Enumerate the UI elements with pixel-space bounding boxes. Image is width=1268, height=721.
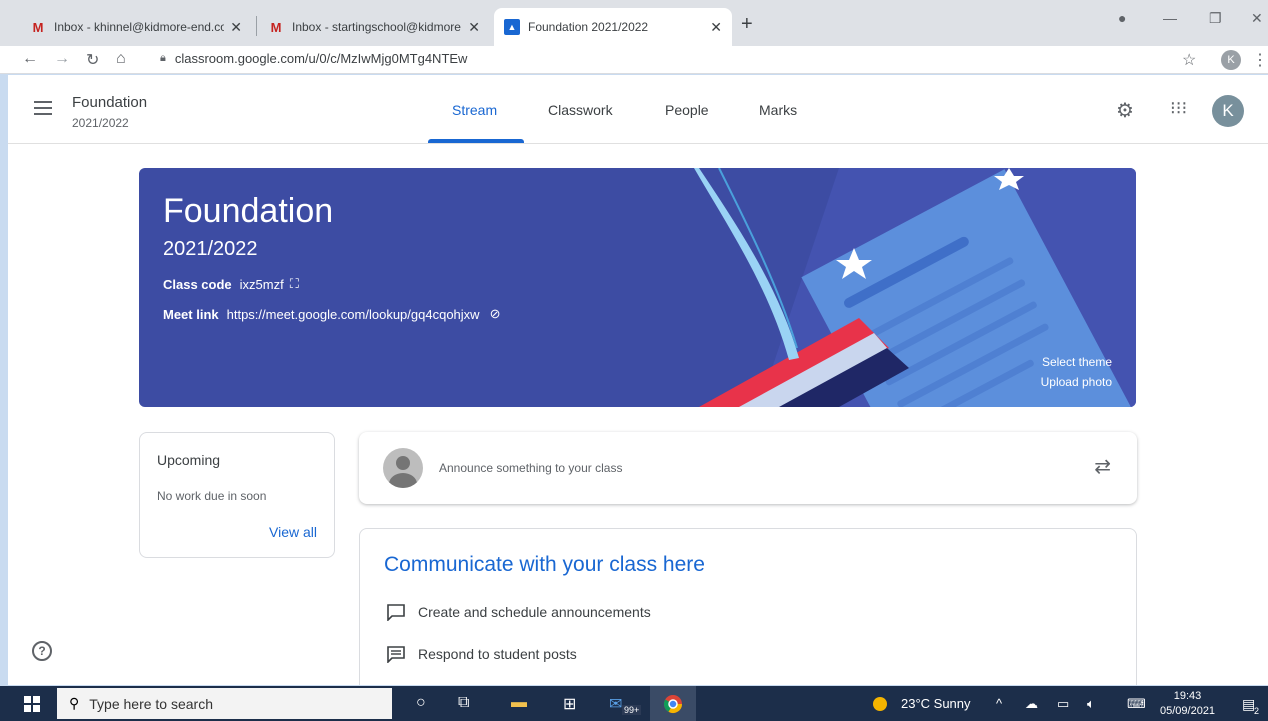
weather-text[interactable]: 23°C Sunny — [901, 696, 971, 711]
class-code-value: ixz5mzf — [239, 276, 284, 292]
mail-badge: 99+ — [622, 705, 642, 715]
url-field[interactable]: 🔒︎ classroom.google.com/u/0/c/MzIwMjg0MT… — [160, 51, 467, 66]
help-icon[interactable]: ? — [32, 641, 52, 661]
tab-title: Inbox - startingschool@kidmore — [292, 20, 461, 34]
back-icon[interactable]: ← — [22, 50, 38, 68]
media-control-icon[interactable]: ● — [1118, 10, 1126, 26]
class-section: 2021/2022 — [72, 116, 129, 130]
banner-class-title: Foundation — [163, 192, 334, 230]
select-theme-link[interactable]: Select theme — [1042, 355, 1112, 369]
browser-profile-avatar[interactable]: K — [1221, 50, 1241, 70]
windows-taskbar: ⚲ Type here to search ○ ⧉ ▬ ⊞ ✉ 99+ 23°C… — [0, 686, 1268, 721]
tab-title: Foundation 2021/2022 — [528, 20, 649, 34]
keyboard-icon[interactable]: ⌨ — [1127, 696, 1146, 712]
reload-icon[interactable]: ↻ — [86, 50, 99, 70]
browser-tab-bar: M Inbox - khinnel@kidmore-end.co ✕ M Inb… — [0, 0, 1268, 46]
banner-class-section: 2021/2022 — [163, 238, 258, 260]
volume-icon[interactable]: 🔈︎ — [1087, 696, 1095, 712]
close-tab-icon[interactable]: ✕ — [468, 19, 480, 36]
bookmark-star-icon[interactable]: ☆ — [1182, 50, 1196, 70]
repost-icon[interactable]: ⇄ — [1094, 454, 1111, 479]
close-window-icon[interactable]: ✕ — [1251, 10, 1263, 27]
list-item: Create and schedule announcements — [386, 603, 651, 622]
gmail-icon: M — [32, 19, 44, 35]
meet-link-url[interactable]: https://meet.google.com/lookup/gq4cqohjx… — [227, 307, 480, 322]
clock[interactable]: 19:43 05/09/2021 — [1160, 689, 1215, 719]
communicate-title: Communicate with your class here — [384, 553, 705, 576]
tab-marks[interactable]: Marks — [759, 102, 797, 118]
chrome-taskbar-button[interactable] — [650, 686, 696, 721]
meet-link-row: Meet link https://meet.google.com/lookup… — [163, 306, 500, 322]
tab-title: Inbox - khinnel@kidmore-end.co — [54, 20, 224, 34]
visibility-off-icon[interactable]: ⊘ — [490, 306, 501, 322]
task-view-icon[interactable]: ⧉ — [458, 694, 469, 712]
store-icon[interactable]: ⊞ — [563, 694, 576, 714]
url-text: classroom.google.com/u/0/c/MzIwMjg0MTg4N… — [174, 51, 468, 66]
show-hidden-icons[interactable]: ^ — [996, 696, 1002, 711]
tab-divider — [256, 16, 257, 36]
settings-gear-icon[interactable]: ⚙ — [1116, 98, 1134, 123]
view-all-link[interactable]: View all — [269, 524, 317, 540]
fullscreen-icon[interactable]: ⛶ — [290, 276, 299, 292]
minimize-icon[interactable]: — — [1163, 10, 1177, 26]
onedrive-icon[interactable]: ☁ — [1025, 696, 1038, 712]
taskbar-search[interactable]: ⚲ Type here to search — [57, 688, 392, 719]
main-menu-icon[interactable] — [34, 101, 52, 115]
class-name[interactable]: Foundation — [72, 94, 147, 111]
search-icon: ⚲ — [69, 695, 80, 711]
active-tab-indicator — [428, 139, 524, 143]
tab-stream[interactable]: Stream — [452, 102, 497, 118]
close-tab-icon[interactable]: ✕ — [230, 19, 242, 36]
upcoming-title: Upcoming — [157, 452, 221, 468]
new-tab-button[interactable]: + — [741, 13, 753, 36]
address-bar: ← → ↻ ⌂ 🔒︎ classroom.google.com/u/0/c/Mz… — [0, 46, 1268, 74]
user-avatar — [383, 448, 423, 488]
weather-sun-icon — [873, 697, 887, 711]
class-banner: Foundation 2021/2022 Class code ixz5mzf … — [139, 168, 1136, 407]
meet-link-label: Meet link — [163, 306, 219, 322]
network-icon[interactable]: ▭ — [1057, 696, 1069, 712]
app-header: Foundation 2021/2022 Stream Classwork Pe… — [8, 75, 1268, 144]
clock-date: 05/09/2021 — [1160, 705, 1216, 717]
clock-time: 19:43 — [1173, 690, 1202, 702]
browser-tab-inbox-2[interactable]: M Inbox - startingschool@kidmore ✕ — [258, 8, 490, 46]
chrome-icon — [663, 695, 682, 714]
list-item: Respond to student posts — [386, 645, 577, 664]
notification-count: 2 — [1254, 706, 1260, 716]
apps-grid-icon[interactable]: ⁝⁝⁝ — [1170, 98, 1187, 119]
lock-icon: 🔒︎ — [160, 52, 166, 64]
gmail-icon: M — [270, 19, 282, 35]
announcement-icon — [386, 603, 406, 622]
forward-icon[interactable]: → — [54, 50, 70, 68]
list-item-label: Create and schedule announcements — [418, 604, 651, 620]
windows-start-icon[interactable] — [24, 696, 40, 712]
browser-tab-inbox-1[interactable]: M Inbox - khinnel@kidmore-end.co ✕ — [20, 8, 252, 46]
restore-icon[interactable]: ❐ — [1209, 10, 1222, 27]
class-code-row: Class code ixz5mzf ⛶ — [163, 276, 299, 292]
search-placeholder: Type here to search — [89, 695, 214, 712]
upcoming-text: No work due in soon — [157, 489, 267, 503]
cortana-icon[interactable]: ○ — [416, 694, 426, 712]
file-explorer-icon[interactable]: ▬ — [511, 694, 527, 712]
class-code-label: Class code — [163, 276, 232, 292]
upload-photo-link[interactable]: Upload photo — [1041, 375, 1112, 389]
classroom-icon: ▲ — [504, 19, 520, 35]
tab-classwork[interactable]: Classwork — [548, 102, 613, 118]
tab-people[interactable]: People — [665, 102, 709, 118]
close-tab-icon[interactable]: ✕ — [710, 19, 722, 36]
browser-tab-classroom[interactable]: ▲ Foundation 2021/2022 ✕ — [494, 8, 732, 46]
announce-placeholder[interactable]: Announce something to your class — [439, 461, 622, 475]
upcoming-card: Upcoming No work due in soon View all — [139, 432, 335, 558]
communicate-card: Communicate with your class here Create … — [359, 528, 1137, 685]
chat-icon — [386, 645, 406, 664]
list-item-label: Respond to student posts — [418, 646, 577, 662]
browser-menu-icon[interactable]: ⋮ — [1252, 50, 1268, 70]
announce-box[interactable]: Announce something to your class ⇄ — [359, 432, 1137, 504]
account-avatar[interactable]: K — [1212, 95, 1244, 127]
mail-icon[interactable]: ✉ — [609, 694, 622, 714]
classroom-app: Foundation 2021/2022 Stream Classwork Pe… — [8, 75, 1268, 685]
home-icon[interactable]: ⌂ — [116, 50, 126, 68]
